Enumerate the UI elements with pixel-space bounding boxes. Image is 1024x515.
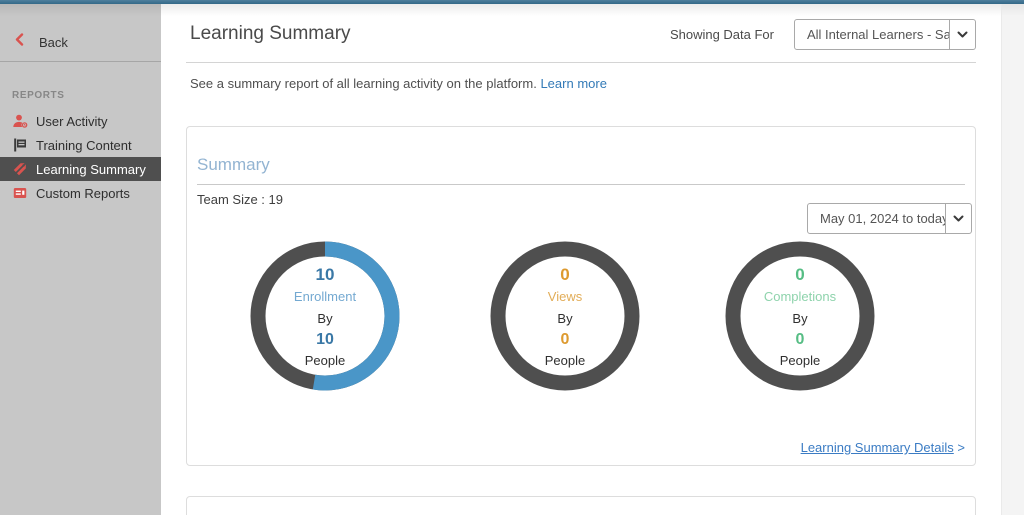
enrollment-donut-chart: 10 Enrollment By 10 People: [250, 241, 400, 391]
sidebar-item-label: Training Content: [36, 138, 132, 153]
summary-card: Summary Team Size : 19 May 01, 2024 to t…: [186, 126, 976, 466]
donut-people-value: 0: [561, 329, 570, 350]
donut-people-label: People: [545, 350, 585, 371]
main-content: Learning Summary Showing Data For All In…: [161, 4, 1001, 515]
donut-text: 0 Views By 0 People: [490, 241, 640, 391]
donut-text: 0 Completions By 0 People: [725, 241, 875, 391]
donut-by-label: By: [792, 308, 807, 329]
learn-more-link[interactable]: Learn more: [540, 76, 606, 91]
chevron-left-icon: [15, 33, 24, 51]
donut-value: 0: [795, 264, 804, 286]
showing-data-for-label: Showing Data For: [670, 27, 774, 42]
donut-metric-label: Enrollment: [294, 286, 356, 308]
donut-people-label: People: [780, 350, 820, 371]
header-divider: [186, 62, 976, 63]
back-label: Back: [39, 35, 68, 50]
donut-value: 0: [560, 264, 569, 286]
audience-dropdown[interactable]: All Internal Learners - Saisree: [794, 19, 976, 50]
donut-people-label: People: [305, 350, 345, 371]
sidebar: Back REPORTS User Activity: [0, 4, 161, 515]
details-link-arrow: >: [957, 440, 965, 455]
user-activity-icon: [12, 113, 28, 129]
date-range-dropdown[interactable]: May 01, 2024 to today: [807, 203, 972, 234]
donut-value: 10: [316, 264, 335, 286]
donut-metric-label: Views: [548, 286, 582, 308]
summary-section-title: Summary: [197, 155, 965, 175]
sidebar-item-label: User Activity: [36, 114, 108, 129]
scrollbar-track[interactable]: [1001, 4, 1024, 515]
chevron-down-icon: [949, 20, 975, 49]
donut-by-label: By: [317, 308, 332, 329]
custom-reports-icon: [12, 185, 28, 201]
page-header: Learning Summary Showing Data For All In…: [186, 14, 976, 54]
sidebar-item-label: Learning Summary: [36, 162, 146, 177]
learning-summary-icon: [12, 161, 28, 177]
next-report-card-partial: [186, 496, 976, 515]
summary-divider: [197, 184, 965, 185]
reports-section-label: REPORTS: [12, 90, 161, 101]
donut-people-value: 10: [316, 329, 334, 350]
back-button[interactable]: Back: [0, 30, 161, 54]
training-content-icon: [12, 137, 28, 153]
subtitle-text: See a summary report of all learning act…: [190, 76, 537, 91]
donut-by-label: By: [557, 308, 572, 329]
views-donut-chart: 0 Views By 0 People: [490, 241, 640, 391]
date-range-dropdown-value: May 01, 2024 to today: [808, 204, 945, 233]
sidebar-item-user-activity[interactable]: User Activity: [0, 109, 161, 133]
sidebar-item-custom-reports[interactable]: Custom Reports: [0, 181, 161, 205]
learning-summary-details-link[interactable]: Learning Summary Details: [801, 440, 954, 455]
donut-people-value: 0: [796, 329, 805, 350]
audience-dropdown-value: All Internal Learners - Saisree: [795, 20, 949, 49]
details-link-row: Learning Summary Details >: [801, 440, 965, 455]
sidebar-item-training-content[interactable]: Training Content: [0, 133, 161, 157]
page-title: Learning Summary: [186, 23, 351, 45]
page-subtitle: See a summary report of all learning act…: [190, 76, 976, 91]
donut-text: 10 Enrollment By 10 People: [250, 241, 400, 391]
sidebar-divider: [0, 61, 161, 62]
donut-metric-label: Completions: [764, 286, 836, 308]
chevron-down-icon: [945, 204, 971, 233]
reports-nav: User Activity Training Content: [0, 109, 161, 205]
completions-donut-chart: 0 Completions By 0 People: [725, 241, 875, 391]
sidebar-item-label: Custom Reports: [36, 186, 130, 201]
sidebar-item-learning-summary[interactable]: Learning Summary: [0, 157, 161, 181]
